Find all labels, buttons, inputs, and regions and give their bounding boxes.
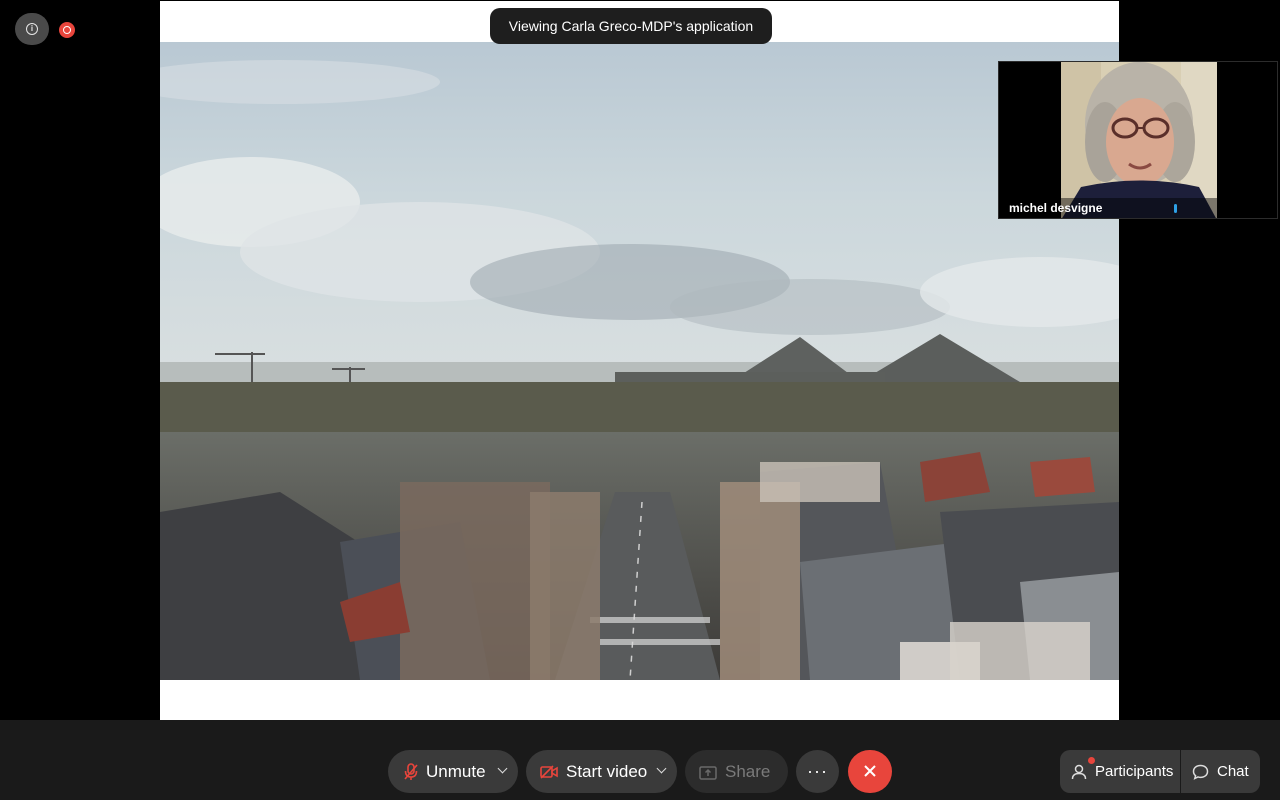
muted-mic-icon <box>404 762 418 781</box>
meeting-window: i Viewing Carla Greco-MDP's application … <box>0 0 1280 800</box>
more-options-button[interactable]: ··· <box>796 750 839 793</box>
recording-icon[interactable] <box>59 22 75 38</box>
chat-label: Chat <box>1217 763 1249 780</box>
participants-label: Participants <box>1095 763 1174 780</box>
participant-video <box>1061 62 1217 218</box>
leave-meeting-button[interactable] <box>848 750 892 793</box>
participant-video-tile[interactable]: michel desvigne <box>998 61 1278 219</box>
notification-badge <box>1088 757 1095 764</box>
shared-screen <box>160 1 1119 720</box>
participants-button[interactable]: Participants <box>1060 750 1181 793</box>
share-button[interactable]: Share <box>685 750 788 793</box>
start-video-button[interactable]: Start video <box>526 750 677 793</box>
viewing-banner: Viewing Carla Greco-MDP's application <box>490 8 772 44</box>
share-label: Share <box>725 761 771 781</box>
meeting-info-button[interactable]: i <box>15 13 49 45</box>
meeting-toolbar: Unmute Start video Share ··· Participant… <box>0 741 1280 800</box>
chevron-down-icon[interactable] <box>497 763 508 774</box>
participants-icon <box>1071 764 1087 780</box>
unmute-button[interactable]: Unmute <box>388 750 518 793</box>
share-icon <box>699 764 717 780</box>
info-icon: i <box>26 23 38 35</box>
shared-content-image <box>160 42 1119 680</box>
chat-button[interactable]: Chat <box>1181 750 1260 793</box>
panel-toggles: Participants Chat <box>1060 750 1260 793</box>
video-off-icon <box>540 764 558 779</box>
chat-icon <box>1192 764 1209 780</box>
more-options-icon: ··· <box>807 761 828 781</box>
participant-name: michel desvigne <box>1009 201 1103 215</box>
mic-activity-icon <box>1174 204 1177 213</box>
unmute-label: Unmute <box>426 761 486 781</box>
start-video-label: Start video <box>566 761 648 781</box>
close-icon <box>864 762 876 782</box>
chevron-down-icon[interactable] <box>656 763 667 774</box>
